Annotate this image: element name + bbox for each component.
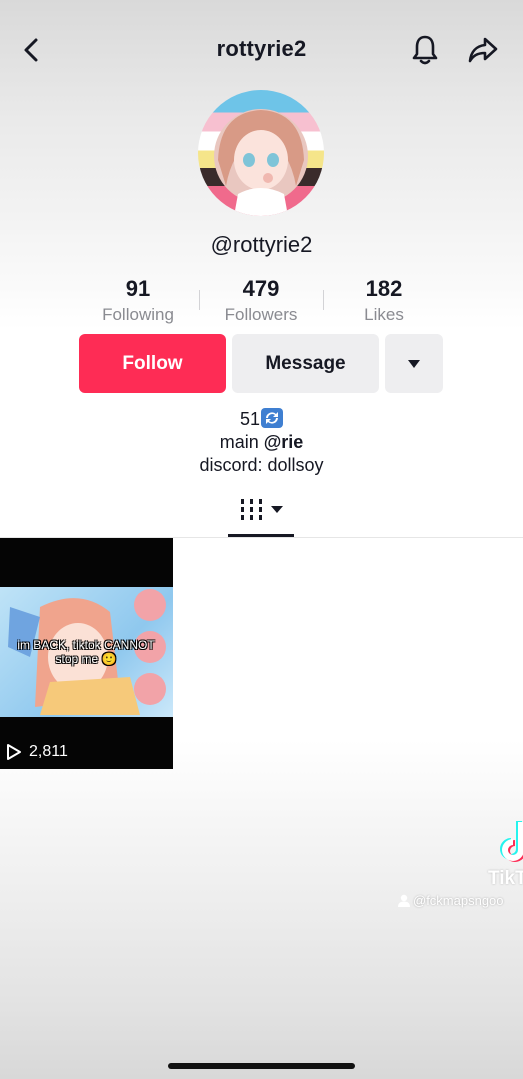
tiktok-logo-icon [498,820,523,864]
video-views: 2,811 [6,743,68,761]
bio-line-2: main @rie [0,431,523,454]
watermark-brand: TikTok [488,868,523,889]
bio-main-text: main [219,432,264,452]
grid-icon [241,499,262,520]
following-label: Following [102,305,174,324]
following-count: 91 [125,276,151,301]
play-icon [7,744,21,760]
stat-likes[interactable]: 182 Likes [324,276,444,328]
share-button[interactable] [465,33,501,67]
bio-line-1: 51 [0,408,523,431]
share-arrow-icon [468,37,498,63]
stat-divider [199,290,200,310]
bio-line-3: discord: dollsoy [199,455,324,475]
stat-following[interactable]: 91 Following [78,276,198,328]
avatar-illustration [214,109,308,216]
likes-count: 182 [365,276,403,301]
follow-button[interactable]: Follow [79,334,226,393]
watermark-user: @fckmapsngoo [398,893,504,908]
caret-down-icon [271,506,283,513]
page-title: rottyrie2 [216,36,307,61]
caret-down-icon [408,359,420,368]
more-options-button[interactable] [385,334,443,393]
notification-button[interactable] [408,32,442,68]
user-icon [398,894,410,907]
followers-label: Followers [224,305,298,324]
bio-mention-link[interactable]: @rie [264,432,304,452]
repeat-icon [261,408,284,428]
message-button[interactable]: Message [232,334,379,393]
view-count: 2,811 [29,743,68,760]
followers-count: 479 [242,276,280,301]
video-caption: im BACK, tiktok CANNOT stop me 🙂 [17,638,155,666]
video-thumbnail[interactable]: im BACK, tiktok CANNOT stop me 🙂 2,811 [0,538,173,769]
bell-icon [412,35,438,65]
stat-followers[interactable]: 479 Followers [201,276,321,328]
home-indicator[interactable] [168,1063,355,1069]
profile-handle: @rottyrie2 [210,232,313,257]
avatar[interactable] [198,90,324,216]
bio-number: 51 [239,409,261,429]
tab-videos[interactable] [228,490,294,530]
watermark-username: @fckmapsngoo [413,893,504,908]
likes-label: Likes [364,305,404,324]
